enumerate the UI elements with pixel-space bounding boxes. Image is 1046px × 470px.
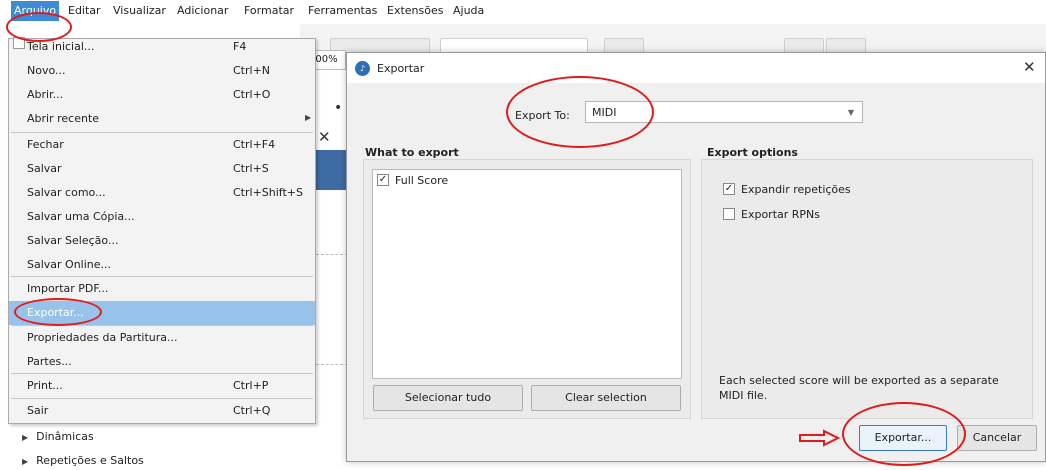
menu-item-shortcut: Ctrl+P [233, 379, 269, 392]
menu-item-shortcut: Ctrl+Shift+S [233, 186, 303, 199]
menu-item-partes[interactable]: Partes... [9, 350, 315, 374]
palette-panel: ▶ Dinâmicas ▶ Repetições e Saltos [0, 424, 310, 470]
menu-extensoes[interactable]: Extensões [387, 4, 443, 17]
menu-item-shortcut: Ctrl+N [233, 64, 271, 77]
menu-item-label: Novo... [27, 64, 66, 77]
menu-item-salvar-copia[interactable]: Salvar uma Cópia... [9, 205, 315, 229]
close-icon[interactable]: ✕ [1023, 58, 1036, 76]
divider [316, 254, 348, 255]
menu-item-label: Partes... [27, 355, 72, 368]
annotation-arrow-icon [799, 429, 840, 447]
menu-item-label: Propriedades da Partitura... [27, 331, 178, 344]
menu-item-label: Importar PDF... [27, 282, 109, 295]
menu-item-label: Print... [27, 379, 63, 392]
menu-item-fechar[interactable]: Fechar Ctrl+F4 [9, 133, 315, 157]
menu-item-print[interactable]: Print... Ctrl+P [9, 374, 315, 398]
menu-item-salvar-como[interactable]: Salvar como... Ctrl+Shift+S [9, 181, 315, 205]
more-icon[interactable]: • [334, 100, 342, 116]
chevron-down-icon: ▼ [847, 108, 854, 117]
full-score-checkbox[interactable]: ✓ [377, 174, 389, 186]
expand-arrow-icon: ▶ [22, 457, 29, 466]
export-info-text: Each selected score will be exported as … [719, 374, 999, 402]
annotation-ellipse [6, 12, 72, 42]
file-menu: Tela inicial... F4 Novo... Ctrl+N Abrir.… [8, 37, 316, 424]
menu-formatar[interactable]: Formatar [244, 4, 294, 17]
menu-adicionar[interactable]: Adicionar [177, 4, 228, 17]
menu-item-label: Abrir recente [27, 112, 100, 125]
expand-repeats-label: Expandir repetições [741, 183, 851, 196]
menu-item-label: Salvar Online... [27, 258, 112, 271]
dialog-title-bar: ♪ Exportar ✕ [347, 53, 1045, 83]
menu-item-salvar-selecao[interactable]: Salvar Seleção... [9, 229, 315, 253]
score-list[interactable]: ✓ Full Score [372, 169, 682, 379]
menu-item-label: Sair [27, 404, 49, 417]
menu-item-label: Salvar Seleção... [27, 234, 119, 247]
export-dialog: ♪ Exportar ✕ Export To: MIDI ▼ What to e… [346, 52, 1046, 462]
menu-visualizar[interactable]: Visualizar [113, 4, 166, 17]
close-icon[interactable]: ✕ [318, 128, 331, 146]
menu-item-shortcut: F4 [233, 40, 247, 53]
menu-item-abrir[interactable]: Abrir... Ctrl+O [9, 83, 315, 107]
menu-item-label: Salvar [27, 162, 62, 175]
palette-item-label: Repetições e Saltos [36, 454, 144, 467]
cancel-button[interactable]: Cancelar [957, 425, 1037, 451]
select-all-button[interactable]: Selecionar tudo [373, 385, 523, 411]
palette-item-repeticoes[interactable]: ▶ Repetições e Saltos [22, 454, 144, 467]
menu-item-shortcut: Ctrl+Q [233, 404, 271, 417]
menu-item-label: Fechar [27, 138, 64, 151]
menu-item-label: Salvar como... [27, 186, 106, 199]
menu-editar[interactable]: Editar [68, 4, 101, 17]
annotation-ellipse [506, 76, 654, 148]
menu-item-abrir-recente[interactable]: Abrir recente ▶ [9, 107, 315, 131]
full-score-label: Full Score [395, 174, 449, 187]
menu-item-sair[interactable]: Sair Ctrl+Q [9, 399, 315, 423]
export-rpns-checkbox[interactable] [723, 208, 735, 220]
menu-item-shortcut: Ctrl+S [233, 162, 269, 175]
selected-tab [312, 150, 348, 190]
expand-repeats-checkbox[interactable]: ✓ [723, 183, 735, 195]
menu-item-label: Abrir... [27, 88, 64, 101]
clear-selection-button[interactable]: Clear selection [531, 385, 681, 411]
expand-arrow-icon: ▶ [22, 433, 29, 442]
menu-item-salvar-online[interactable]: Salvar Online... [9, 253, 315, 277]
palette-item-dinamicas[interactable]: ▶ Dinâmicas [22, 430, 94, 443]
app-logo-icon: ♪ [355, 61, 370, 76]
dialog-title: Exportar [377, 62, 425, 75]
menu-ajuda[interactable]: Ajuda [453, 4, 484, 17]
export-options-title: Export options [707, 146, 798, 159]
what-to-export-title: What to export [365, 146, 459, 159]
annotation-ellipse [14, 298, 102, 326]
submenu-arrow-icon: ▶ [305, 113, 312, 122]
menu-item-label: Salvar uma Cópia... [27, 210, 135, 223]
annotation-ellipse [842, 402, 966, 466]
menu-item-novo[interactable]: Novo... Ctrl+N [9, 59, 315, 83]
menu-item-shortcut: Ctrl+O [233, 88, 271, 101]
menu-item-salvar[interactable]: Salvar Ctrl+S [9, 157, 315, 181]
divider [316, 364, 348, 365]
menu-item-propriedades[interactable]: Propriedades da Partitura... [9, 326, 315, 350]
menu-ferramentas[interactable]: Ferramentas [308, 4, 377, 17]
menu-bar: Arquivo Editar Visualizar Adicionar Form… [0, 0, 1046, 22]
export-rpns-label: Exportar RPNs [741, 208, 821, 221]
menu-item-shortcut: Ctrl+F4 [233, 138, 276, 151]
palette-item-label: Dinâmicas [36, 430, 94, 443]
